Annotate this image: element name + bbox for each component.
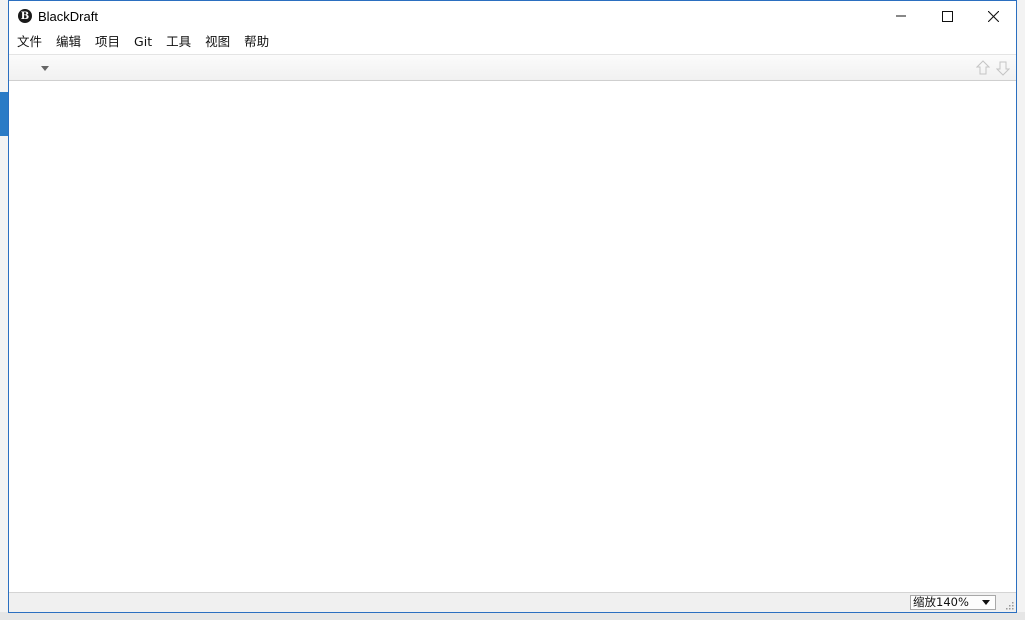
maximize-button[interactable] — [924, 1, 970, 31]
status-bar: 缩放140% — [9, 592, 1016, 612]
zoom-label: 缩放140% — [913, 595, 969, 609]
menu-view[interactable]: 视图 — [198, 31, 237, 53]
arrow-down-icon[interactable] — [996, 60, 1010, 76]
menu-project[interactable]: 项目 — [88, 31, 127, 53]
title-bar[interactable]: B BlackDraft — [9, 1, 1016, 31]
editor-area[interactable] — [9, 81, 1016, 592]
main-window: B BlackDraft 文件 编辑 项目 Git 工具 视图 帮助 缩放140… — [8, 0, 1017, 613]
background-accent — [0, 92, 8, 136]
zoom-select[interactable]: 缩放140% — [910, 595, 996, 610]
menu-bar: 文件 编辑 项目 Git 工具 视图 帮助 — [9, 31, 1016, 53]
toolbar — [9, 54, 1016, 81]
background-taskbar-strip — [0, 612, 1025, 620]
close-icon — [987, 10, 999, 22]
menu-help[interactable]: 帮助 — [237, 31, 276, 53]
menu-git[interactable]: Git — [127, 31, 159, 53]
app-logo-icon: B — [18, 9, 32, 23]
menu-edit[interactable]: 编辑 — [49, 31, 88, 53]
menu-tools[interactable]: 工具 — [159, 31, 198, 53]
close-button[interactable] — [970, 1, 1016, 31]
chevron-down-icon[interactable] — [41, 66, 49, 71]
caret-down-icon — [982, 600, 990, 605]
arrow-up-icon[interactable] — [976, 60, 990, 76]
window-title: BlackDraft — [38, 8, 98, 24]
menu-file[interactable]: 文件 — [10, 31, 49, 53]
resize-grip-icon[interactable] — [1004, 600, 1014, 610]
minimize-icon — [896, 15, 906, 17]
navigation-arrows — [976, 60, 1010, 76]
maximize-icon — [941, 10, 953, 22]
window-controls — [878, 1, 1016, 31]
minimize-button[interactable] — [878, 1, 924, 31]
